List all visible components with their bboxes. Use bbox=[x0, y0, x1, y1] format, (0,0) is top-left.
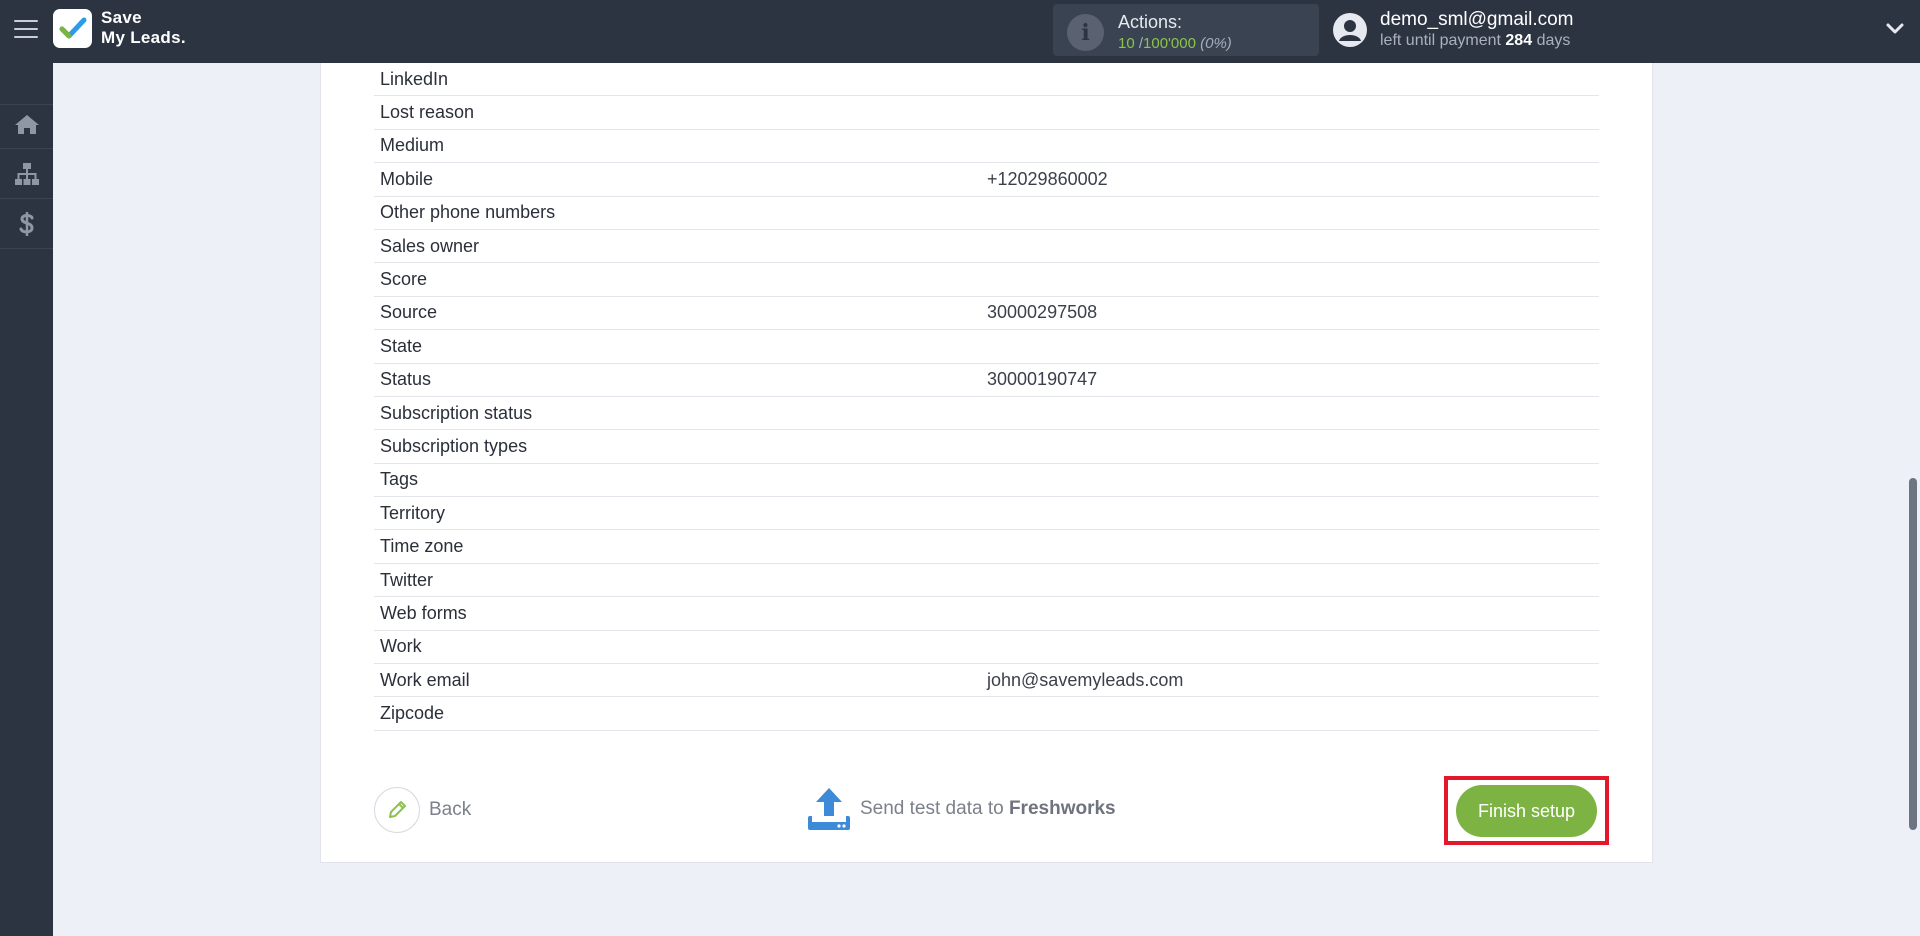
field-name: Subscription types bbox=[380, 435, 528, 456]
logo-line-2: My Leads. bbox=[101, 28, 186, 47]
send-target: Freshworks bbox=[1008, 798, 1116, 819]
field-name: Status bbox=[380, 369, 432, 390]
actions-total: 100'000 bbox=[1143, 35, 1196, 52]
field-name: Sales owner bbox=[380, 235, 480, 256]
finish-setup-button[interactable]: Finish setup bbox=[1456, 785, 1597, 837]
table-row: Source 30000297508 bbox=[374, 297, 1599, 331]
payment-prefix: left until payment bbox=[1380, 32, 1501, 49]
field-name: Score bbox=[380, 269, 428, 290]
sitemap-icon bbox=[14, 162, 39, 185]
dollar-icon bbox=[19, 211, 34, 236]
table-row: Sales owner bbox=[374, 230, 1599, 264]
field-value: john@savemyleads.com bbox=[987, 669, 1184, 690]
field-name: Zipcode bbox=[380, 703, 445, 724]
table-row: Subscription status bbox=[374, 397, 1599, 431]
field-name: Tags bbox=[380, 469, 419, 490]
field-name: Territory bbox=[380, 502, 446, 523]
table-row: Subscription types bbox=[374, 430, 1599, 464]
field-value: 30000190747 bbox=[987, 369, 1098, 390]
payment-days-suffix: days bbox=[1536, 32, 1571, 49]
user-avatar-icon[interactable] bbox=[1332, 12, 1368, 48]
table-row: LinkedIn bbox=[374, 63, 1599, 97]
logo-check-icon bbox=[53, 8, 92, 48]
sidebar bbox=[0, 63, 53, 936]
field-name: Work email bbox=[380, 669, 470, 690]
actions-counter: i Actions: 10 /100'000 (0%) bbox=[1053, 4, 1319, 56]
user-email[interactable]: demo_sml@gmail.com bbox=[1380, 9, 1574, 31]
top-bar: Save My Leads. i Actions: 10 /100'000 (0… bbox=[0, 0, 1920, 63]
field-name: Web forms bbox=[380, 602, 467, 623]
table-row: Work bbox=[374, 631, 1599, 665]
field-name: Work bbox=[380, 636, 422, 657]
table-row: Lost reason bbox=[374, 96, 1599, 130]
table-row: Tags bbox=[374, 464, 1599, 498]
field-name: Source bbox=[380, 302, 438, 323]
logo-line-1: Save bbox=[101, 8, 142, 27]
field-name: Lost reason bbox=[380, 102, 475, 123]
menu-icon[interactable] bbox=[14, 20, 38, 40]
table-row: Zipcode bbox=[374, 697, 1599, 731]
table-row: Work email john@savemyleads.com bbox=[374, 664, 1599, 698]
back-button[interactable]: Back bbox=[374, 787, 471, 833]
actions-used: 10 bbox=[1118, 35, 1135, 52]
send-test-data-button[interactable]: Send test data to Freshworks bbox=[806, 786, 1116, 832]
field-name: Mobile bbox=[380, 168, 434, 189]
table-row: Twitter bbox=[374, 564, 1599, 598]
field-name: State bbox=[380, 335, 423, 356]
table-row: Medium bbox=[374, 130, 1599, 164]
table-row: Time zone bbox=[374, 530, 1599, 564]
upload-icon bbox=[808, 788, 850, 830]
table-row: Mobile +12029860002 bbox=[374, 163, 1599, 197]
actions-value: 10 /100'000 (0%) bbox=[1118, 35, 1232, 52]
actions-label: Actions: bbox=[1118, 12, 1183, 32]
send-prefix: Send test data to bbox=[860, 798, 1004, 819]
sidebar-item-billing[interactable] bbox=[0, 199, 53, 249]
sidebar-item-connections[interactable] bbox=[0, 149, 53, 199]
field-name: Other phone numbers bbox=[380, 202, 556, 223]
field-name: Subscription status bbox=[380, 402, 533, 423]
info-icon: i bbox=[1067, 14, 1104, 51]
table-row: Score bbox=[374, 263, 1599, 297]
field-value: +12029860002 bbox=[987, 168, 1108, 189]
home-icon bbox=[14, 114, 39, 134]
chevron-down-icon[interactable] bbox=[1885, 18, 1905, 38]
send-test-data-label: Send test data to Freshworks bbox=[860, 798, 1116, 820]
actions-percent: (0%) bbox=[1200, 35, 1232, 52]
field-name: Twitter bbox=[380, 569, 434, 590]
scrollbar-thumb[interactable] bbox=[1909, 478, 1917, 830]
pencil-icon bbox=[374, 787, 420, 833]
table-row: Territory bbox=[374, 497, 1599, 531]
field-name: LinkedIn bbox=[380, 68, 449, 89]
sidebar-item-home[interactable] bbox=[0, 99, 53, 149]
payment-days: 284 bbox=[1505, 32, 1533, 49]
field-name: Medium bbox=[380, 135, 445, 156]
logo-text: Save My Leads. bbox=[101, 8, 186, 48]
back-label: Back bbox=[429, 799, 472, 820]
field-value: 30000297508 bbox=[987, 302, 1098, 323]
fields-table: LinkedIn Lost reason Medium Mobile +12029860… bbox=[374, 63, 1599, 731]
field-name: Time zone bbox=[380, 536, 464, 557]
table-row: State bbox=[374, 330, 1599, 364]
table-row: Web forms bbox=[374, 597, 1599, 631]
table-row: Other phone numbers bbox=[374, 197, 1599, 230]
logo[interactable]: Save My Leads. bbox=[53, 8, 186, 48]
table-row: Status 30000190747 bbox=[374, 364, 1599, 397]
payment-status: left until payment 284 days bbox=[1380, 32, 1570, 50]
